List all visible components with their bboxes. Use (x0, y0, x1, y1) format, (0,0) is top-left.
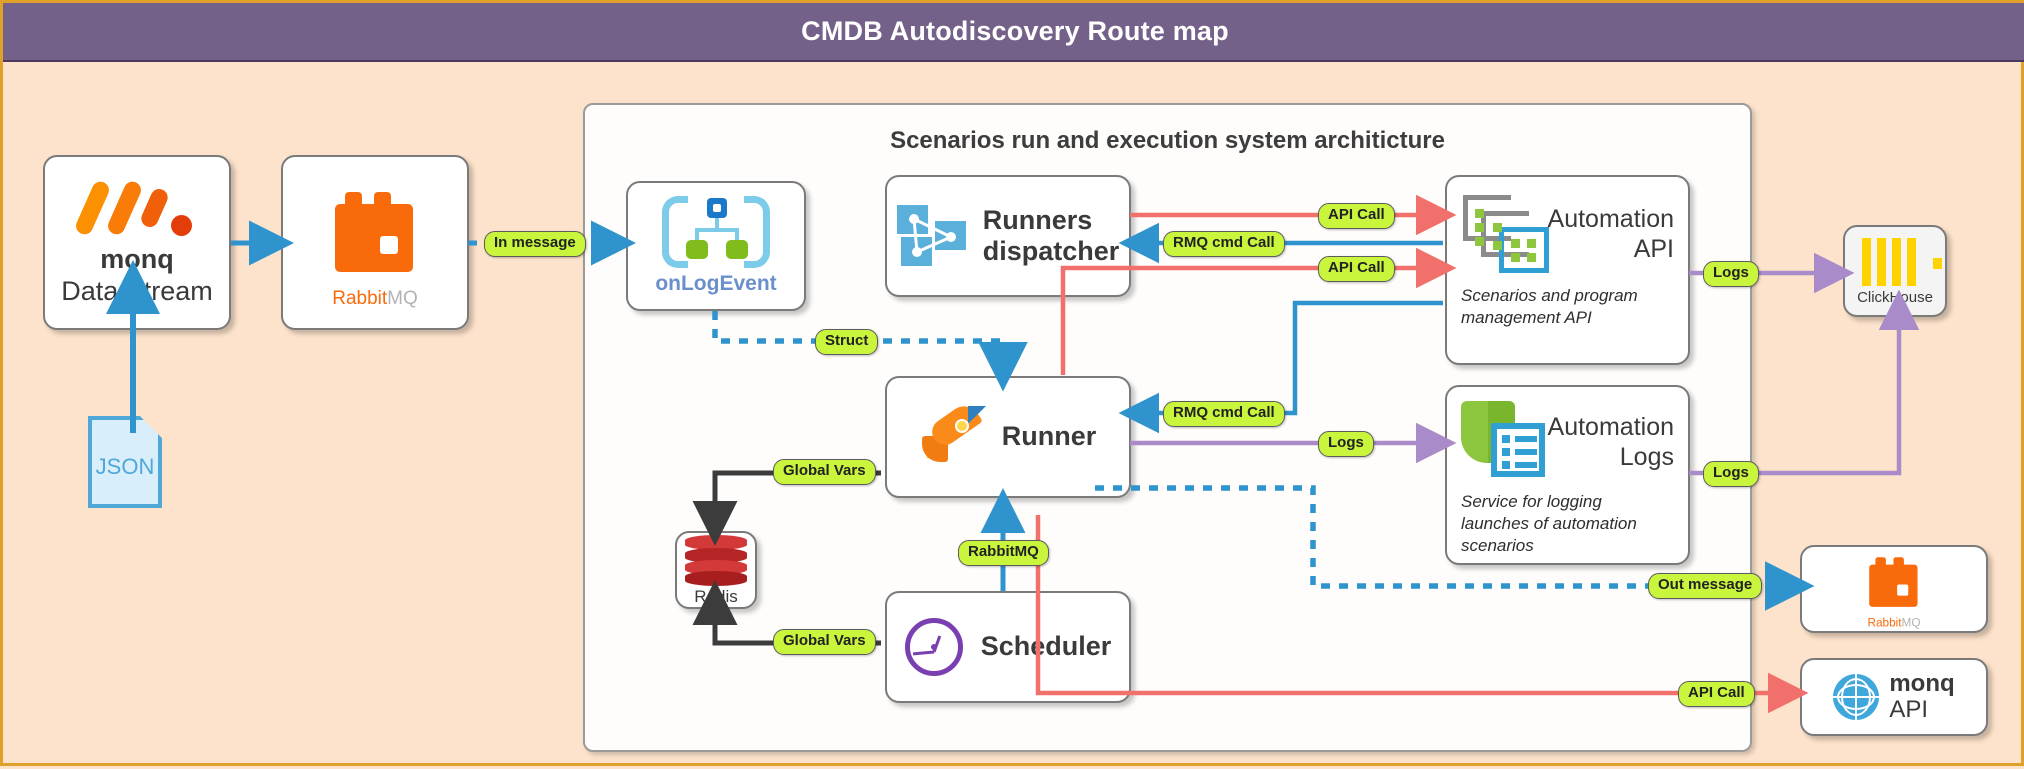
edge-label-rmq-cmd-1: RMQ cmd Call (1163, 231, 1285, 257)
node-json-document[interactable]: JSON (88, 416, 162, 508)
automation-logs-line1: Automation (1547, 413, 1674, 441)
automation-logs-line2: Logs (1619, 443, 1674, 471)
automation-logs-description: Service for logging launches of automati… (1461, 492, 1637, 556)
monq-api-title: monq (1889, 669, 1955, 697)
edge-label-api-call-2: API Call (1318, 256, 1395, 282)
node-runner[interactable]: Runner (885, 376, 1131, 498)
runners-dispatcher-line2: dispatcher (982, 236, 1120, 266)
automation-api-line1: Automation (1547, 205, 1674, 233)
node-redis[interactable]: Redis (675, 531, 757, 609)
automation-api-description: Scenarios and program management API (1461, 286, 1638, 328)
node-rabbitmq-out[interactable]: RabbitMQ (1800, 545, 1988, 633)
node-monq-data-stream[interactable]: monq Data Stream (43, 155, 231, 330)
runners-dispatcher-line1: Runners (982, 204, 1093, 235)
runners-dispatcher-label: Runners dispatcher (983, 205, 1120, 267)
rabbitmq-icon: RabbitMQ (1864, 557, 1924, 630)
rabbitmq-out-title-a: Rabbit (1867, 616, 1902, 630)
onlogevent-label: onLogEvent (655, 272, 777, 295)
runner-label: Runner (1001, 421, 1097, 452)
clickhouse-icon (1862, 238, 1942, 286)
edge-label-api-call-1: API Call (1318, 203, 1395, 229)
rabbitmq-in-title-a: Rabbit (332, 287, 388, 309)
onlogevent-icon (660, 196, 772, 268)
redis-icon (685, 535, 747, 586)
diagram-canvas: CMDB Autodiscovery Route map Scenarios r… (0, 0, 2024, 766)
scheduler-label: Scheduler (980, 631, 1112, 662)
node-scheduler[interactable]: Scheduler (885, 591, 1131, 703)
edge-label-global-vars-1: Global Vars (773, 459, 876, 485)
edge-label-logs-logs: Logs (1703, 461, 1759, 487)
json-label: JSON (95, 454, 155, 479)
automation-logs-label: Automation Logs (1548, 412, 1674, 472)
edge-label-global-vars-2: Global Vars (773, 629, 876, 655)
edge-label-api-call-3: API Call (1678, 681, 1755, 707)
edge-label-rmq-cmd-2: RMQ cmd Call (1163, 401, 1285, 427)
automation-api-label: Automation API (1548, 204, 1674, 264)
monq-logo-icon (73, 178, 196, 240)
page-title: CMDB Autodiscovery Route map (801, 16, 1229, 46)
node-automation-api[interactable]: Automation API Scenarios and program man… (1445, 175, 1690, 365)
json-document-icon (140, 416, 162, 438)
edge-label-rabbitmq: RabbitMQ (958, 540, 1049, 566)
monq-subtitle: Data Stream (61, 275, 213, 306)
page-title-bar: CMDB Autodiscovery Route map (3, 3, 2024, 62)
automation-logs-icon (1461, 401, 1545, 483)
edge-label-in-message: In message (484, 231, 586, 257)
runners-dispatcher-icon (896, 203, 969, 269)
architecture-title: Scenarios run and execution system archi… (890, 127, 1445, 154)
edge-label-logs-api: Logs (1703, 261, 1759, 287)
node-clickhouse[interactable]: ClickHouse (1843, 225, 1947, 317)
redis-label: Redis (694, 587, 738, 606)
monq-api-label: monq API (1889, 669, 1955, 724)
automation-api-line2: API (1633, 235, 1674, 263)
node-monq-api[interactable]: monq API (1800, 658, 1988, 736)
clock-icon (904, 618, 963, 676)
node-onlogevent[interactable]: onLogEvent (626, 181, 806, 311)
edge-label-logs-runner: Logs (1318, 431, 1374, 457)
monq-globe-icon (1833, 674, 1880, 720)
clickhouse-label: ClickHouse (1857, 289, 1933, 306)
edge-label-struct: Struct (815, 329, 879, 355)
rabbitmq-out-title-b: MQ (1901, 616, 1921, 630)
edge-label-out-message: Out message (1648, 573, 1763, 599)
node-runners-dispatcher[interactable]: Runners dispatcher (885, 175, 1131, 297)
monq-api-subtitle: API (1889, 696, 1929, 723)
rabbitmq-in-title-b: MQ (387, 287, 418, 309)
node-rabbitmq-in[interactable]: RabbitMQ (281, 155, 469, 330)
rabbitmq-icon: RabbitMQ (327, 191, 423, 309)
rocket-icon (920, 400, 986, 468)
automation-api-icon (1461, 193, 1549, 275)
node-automation-logs[interactable]: Automation Logs Service for logging laun… (1445, 385, 1690, 565)
monq-title: monq (100, 244, 174, 275)
monq-data-stream-label: monq Data Stream (61, 244, 213, 306)
